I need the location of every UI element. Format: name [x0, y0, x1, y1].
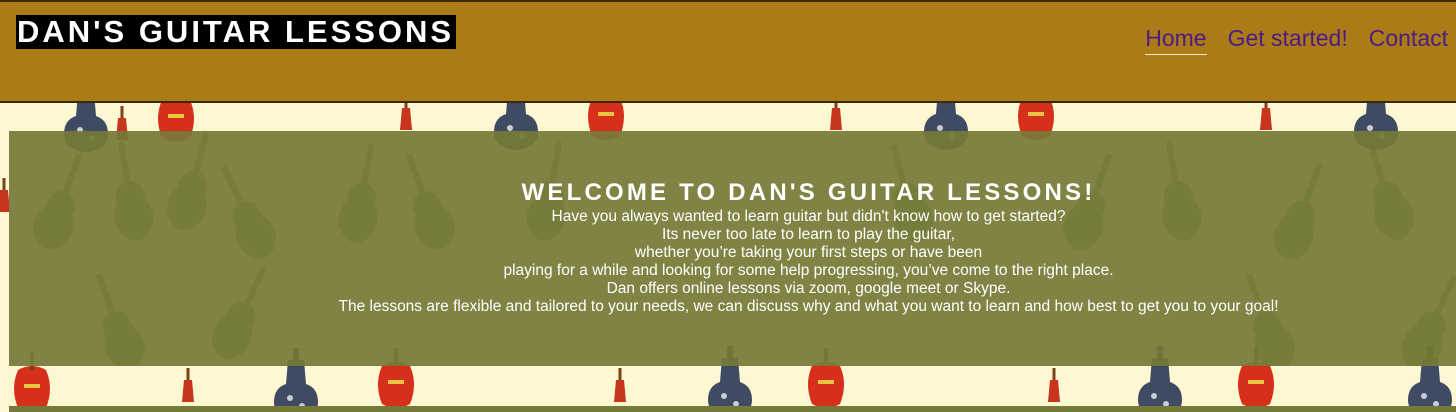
welcome-line: Its never too late to learn to play the … [662, 226, 955, 243]
welcome-text: Have you always wanted to learn guitar b… [9, 208, 1456, 316]
site-header: DAN'S GUITAR LESSONS Home Get started! C… [0, 0, 1456, 103]
welcome-line: Have you always wanted to learn guitar b… [551, 208, 1066, 225]
welcome-line: The lessons are flexible and tailored to… [338, 298, 1279, 315]
welcome-line: Dan offers online lessons via zoom, goog… [606, 280, 1011, 297]
site-logo-title[interactable]: DAN'S GUITAR LESSONS [16, 15, 457, 49]
welcome-line: whether you’re taking your first steps o… [634, 244, 983, 261]
nav-link-get-started[interactable]: Get started! [1228, 24, 1348, 55]
welcome-heading: WELCOME TO DAN'S GUITAR LESSONS! [521, 179, 1096, 206]
main-nav: Home Get started! Contact [1145, 24, 1448, 55]
welcome-panel: WELCOME TO DAN'S GUITAR LESSONS! Have yo… [9, 131, 1456, 366]
welcome-line: playing for a while and looking for some… [503, 262, 1114, 279]
next-section-band [9, 406, 1456, 412]
nav-link-home[interactable]: Home [1145, 24, 1207, 55]
nav-link-contact[interactable]: Contact [1369, 24, 1448, 55]
